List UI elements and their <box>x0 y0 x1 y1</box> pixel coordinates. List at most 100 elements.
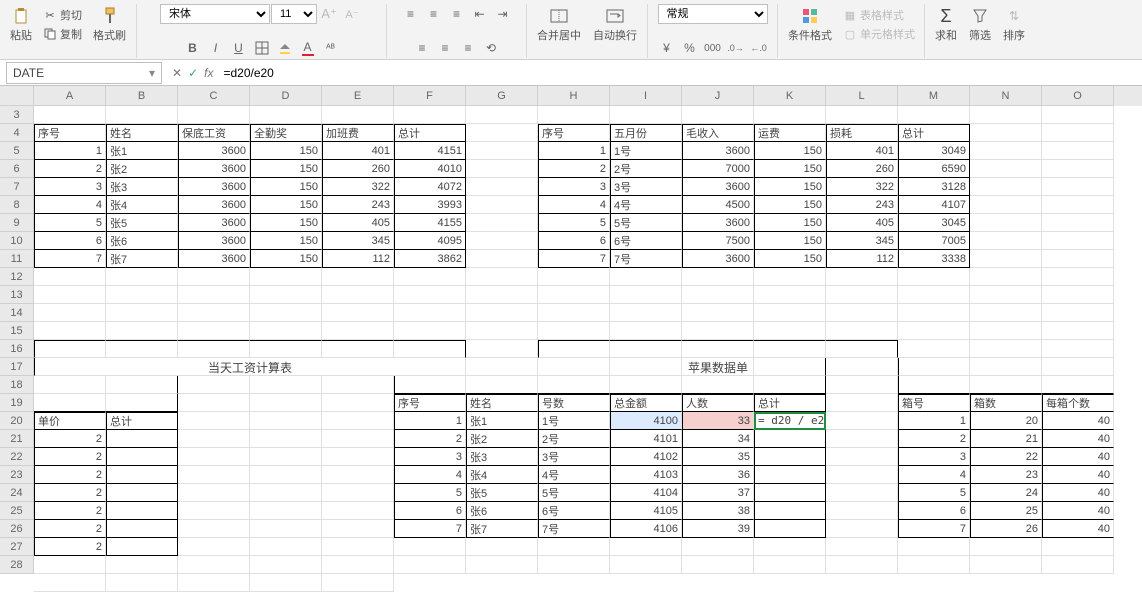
cell[interactable] <box>898 286 970 304</box>
cell[interactable] <box>106 520 178 538</box>
align-middle-icon[interactable]: ≡ <box>423 4 445 24</box>
cell[interactable]: 张3 <box>466 448 538 466</box>
table-style-button[interactable]: ▦表格样式 <box>840 6 918 24</box>
cell[interactable]: 5 <box>898 484 970 502</box>
cell[interactable]: 401 <box>826 142 898 160</box>
cell[interactable] <box>898 268 970 286</box>
cell[interactable]: 全勤奖 <box>250 124 322 142</box>
cell[interactable]: 22 <box>970 448 1042 466</box>
cell[interactable] <box>34 574 106 592</box>
cell[interactable]: 4500 <box>682 196 754 214</box>
cell[interactable]: 总计 <box>106 412 178 430</box>
cell[interactable]: 2 <box>34 448 106 466</box>
cell[interactable]: 序号 <box>34 124 106 142</box>
cell[interactable]: 4105 <box>610 502 682 520</box>
italic-button[interactable]: I <box>205 38 227 58</box>
cell[interactable]: 2 <box>34 520 106 538</box>
col-header[interactable]: I <box>610 86 682 106</box>
cell[interactable] <box>178 394 250 412</box>
cell[interactable]: 张3 <box>106 178 178 196</box>
cell[interactable] <box>466 106 538 124</box>
filter-button[interactable]: 筛选 <box>965 4 995 45</box>
cell[interactable] <box>826 556 898 574</box>
comma-icon[interactable]: 000 <box>702 38 724 58</box>
cell[interactable] <box>1042 268 1114 286</box>
cell[interactable]: 40 <box>1042 448 1114 466</box>
row-header[interactable]: 23 <box>0 466 34 484</box>
cell[interactable]: 1 <box>898 412 970 430</box>
cell[interactable]: 姓名 <box>106 124 178 142</box>
cell[interactable]: 40 <box>1042 520 1114 538</box>
cell[interactable] <box>466 268 538 286</box>
cell[interactable] <box>106 106 178 124</box>
col-header[interactable]: C <box>178 86 250 106</box>
cell[interactable] <box>322 430 394 448</box>
cell[interactable]: 2 <box>34 484 106 502</box>
cell[interactable] <box>754 484 826 502</box>
dec-dec-icon[interactable]: ←.0 <box>748 38 770 58</box>
cell[interactable] <box>754 268 826 286</box>
cell[interactable]: 3049 <box>898 142 970 160</box>
cell[interactable] <box>178 430 250 448</box>
cell[interactable]: 4072 <box>394 178 466 196</box>
cell[interactable]: 单价 <box>34 412 106 430</box>
cell[interactable] <box>250 448 322 466</box>
cell[interactable] <box>970 214 1042 232</box>
cell[interactable]: 张2 <box>106 160 178 178</box>
cell[interactable]: 张1 <box>106 142 178 160</box>
col-header[interactable]: O <box>1042 86 1114 106</box>
cell[interactable]: 112 <box>322 250 394 268</box>
cell[interactable] <box>466 340 538 358</box>
cell[interactable]: 损耗 <box>826 124 898 142</box>
fx-icon[interactable]: fx <box>204 66 213 80</box>
cell[interactable]: 张2 <box>466 430 538 448</box>
cell[interactable]: 25 <box>970 502 1042 520</box>
cell[interactable] <box>1042 340 1114 358</box>
cell[interactable] <box>898 538 970 556</box>
cell[interactable] <box>826 376 898 394</box>
cell[interactable]: 3600 <box>178 214 250 232</box>
row-header[interactable]: 3 <box>0 106 34 124</box>
cell[interactable] <box>826 520 898 538</box>
col-header[interactable]: D <box>250 86 322 106</box>
cell[interactable]: 4010 <box>394 160 466 178</box>
cell[interactable]: 6 <box>898 502 970 520</box>
cell[interactable] <box>754 106 826 124</box>
cell[interactable] <box>178 466 250 484</box>
cell[interactable]: 322 <box>322 178 394 196</box>
cell[interactable] <box>610 358 682 376</box>
cell[interactable]: 39 <box>682 520 754 538</box>
cell[interactable] <box>466 232 538 250</box>
cell[interactable]: 150 <box>754 196 826 214</box>
formula-input[interactable] <box>219 62 1142 84</box>
cell[interactable] <box>34 394 106 412</box>
cell[interactable] <box>466 322 538 340</box>
cell[interactable]: 5号 <box>538 484 610 502</box>
cell[interactable]: 40 <box>1042 484 1114 502</box>
cell[interactable] <box>538 376 610 394</box>
align-top-icon[interactable]: ≡ <box>400 4 422 24</box>
cell[interactable]: 张6 <box>106 232 178 250</box>
cell[interactable]: 3号 <box>538 448 610 466</box>
cell[interactable] <box>250 556 322 574</box>
cell[interactable] <box>250 106 322 124</box>
cell[interactable]: 4095 <box>394 232 466 250</box>
cell[interactable]: 40 <box>1042 430 1114 448</box>
cell[interactable]: 243 <box>322 196 394 214</box>
cell[interactable] <box>610 268 682 286</box>
cell[interactable]: 3600 <box>682 178 754 196</box>
cell[interactable] <box>1042 124 1114 142</box>
cell[interactable]: 1 <box>538 142 610 160</box>
cell[interactable]: 405 <box>322 214 394 232</box>
row-header[interactable]: 27 <box>0 538 34 556</box>
row-header[interactable]: 18 <box>0 376 34 394</box>
col-header[interactable]: K <box>754 86 826 106</box>
cell[interactable]: 4103 <box>610 466 682 484</box>
cell[interactable] <box>826 394 898 412</box>
cell[interactable] <box>970 322 1042 340</box>
cell[interactable] <box>178 412 250 430</box>
cell[interactable] <box>970 160 1042 178</box>
cell[interactable] <box>250 520 322 538</box>
cell[interactable]: 2 <box>34 430 106 448</box>
cell[interactable] <box>106 448 178 466</box>
